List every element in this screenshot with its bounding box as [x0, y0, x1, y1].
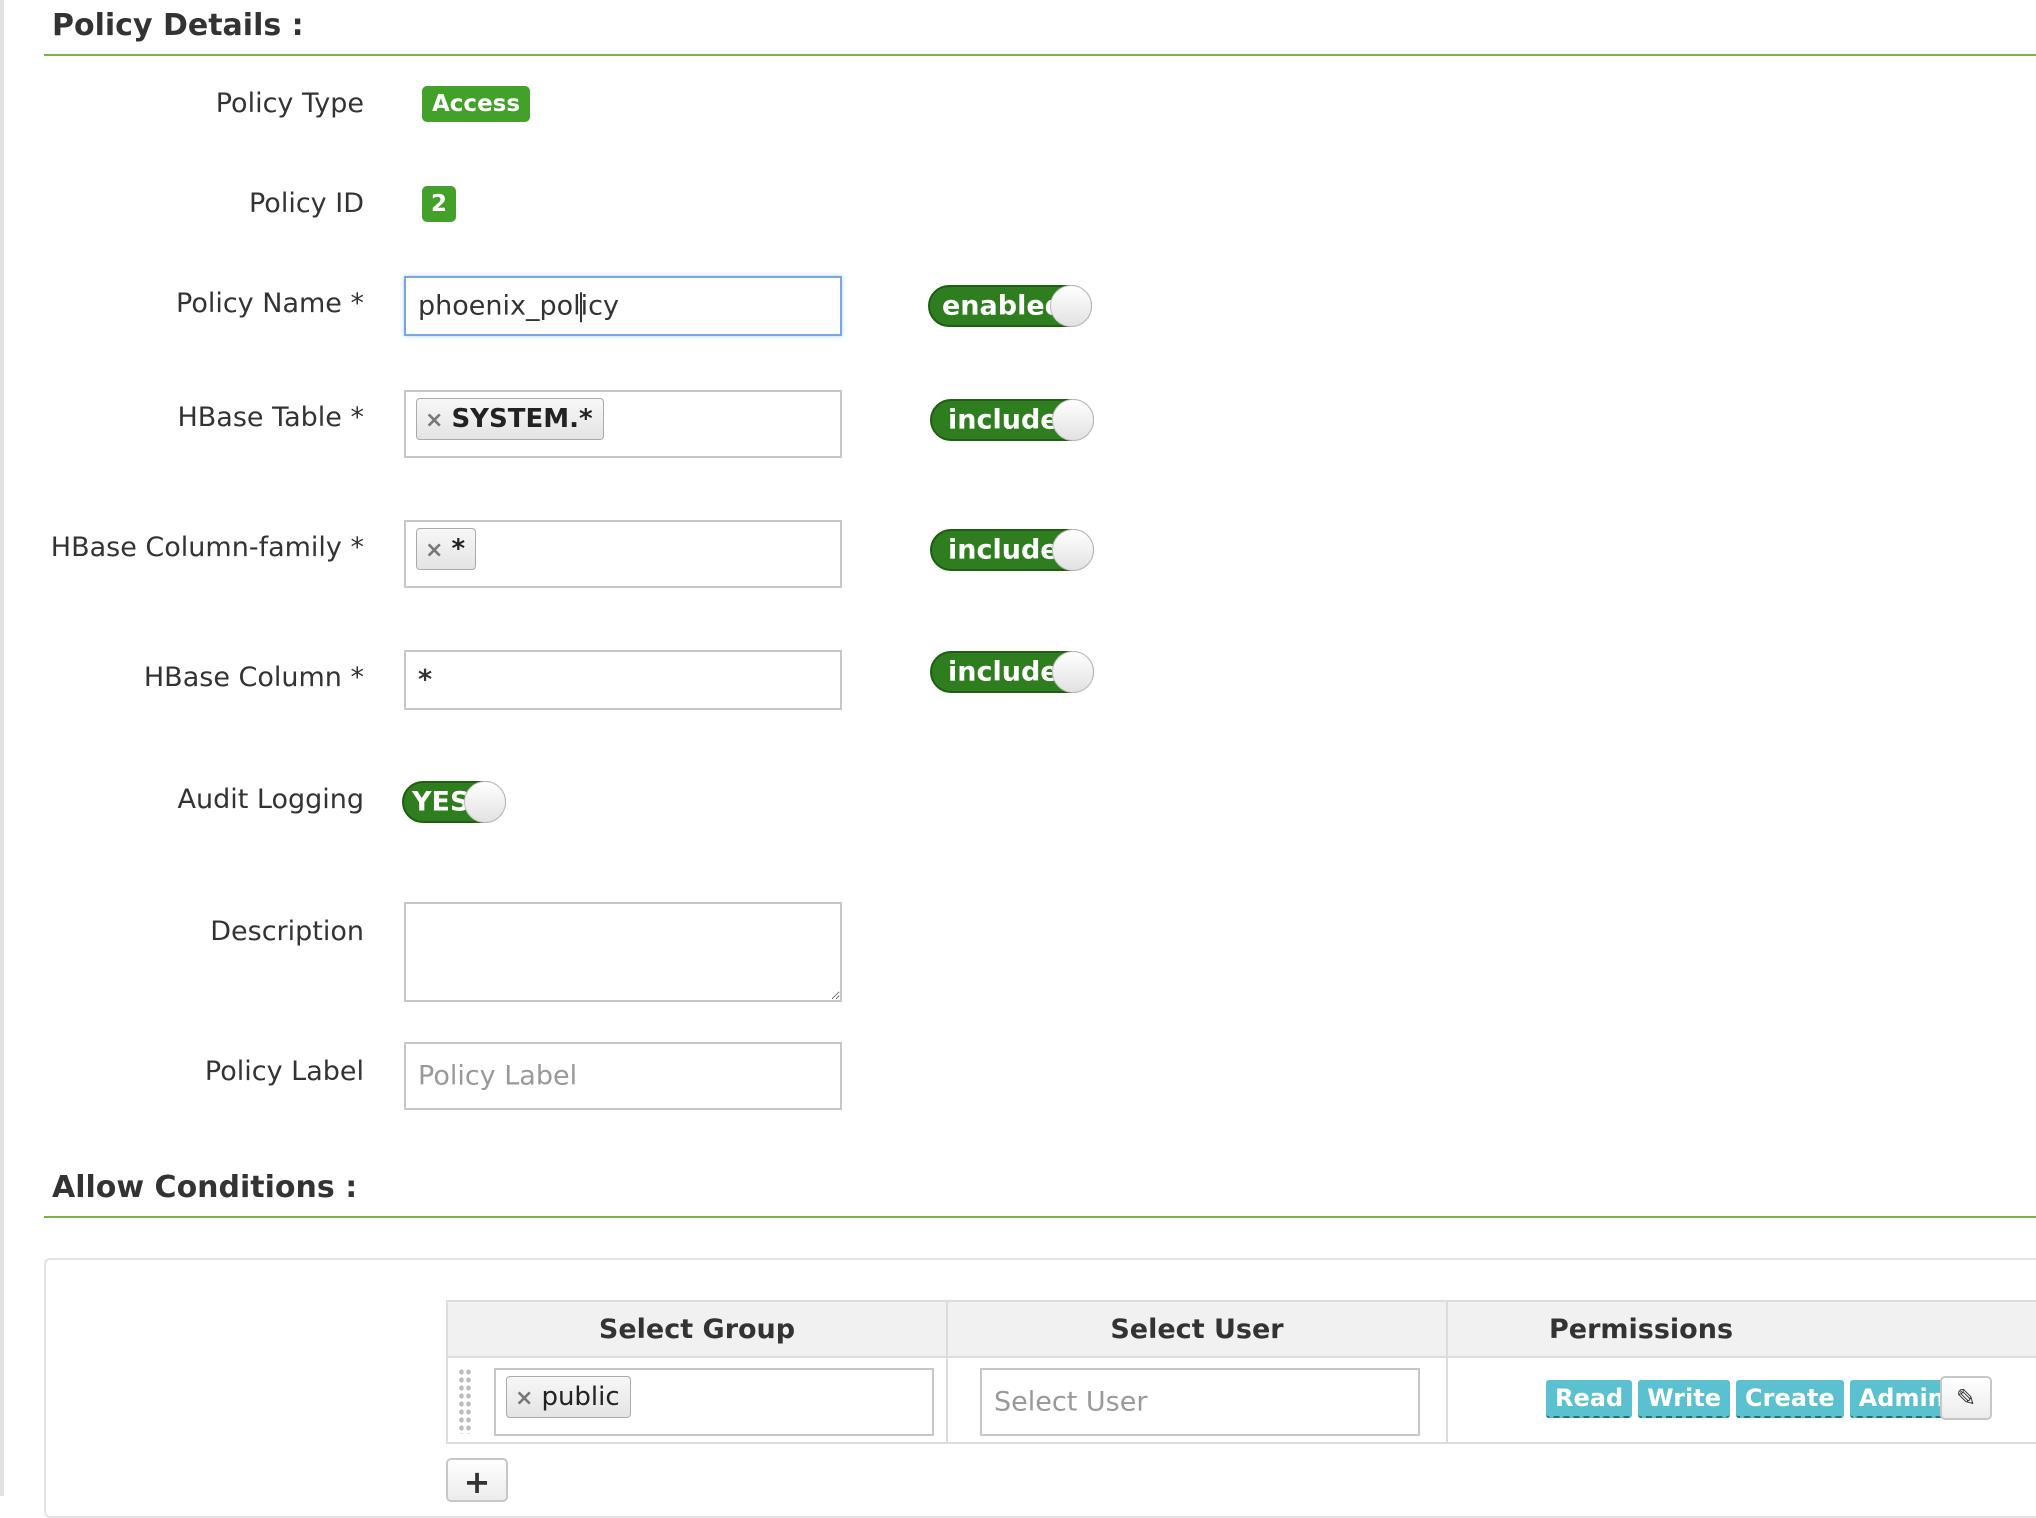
- audit-logging-label: Audit Logging: [177, 784, 364, 815]
- hbase-column-family-include-label: include: [948, 534, 1059, 566]
- section-divider: [44, 1216, 2036, 1218]
- hbase-column-value: *: [418, 664, 433, 696]
- toggle-knob: [1052, 651, 1094, 693]
- hbase-table-input[interactable]: × SYSTEM.*: [404, 390, 842, 458]
- policy-name-value: phoenix_policy: [418, 290, 619, 322]
- audit-logging-toggle[interactable]: YES: [402, 781, 506, 823]
- policy-type-badge: Access: [422, 86, 531, 122]
- policy-enabled-toggle-label: enabled: [942, 290, 1064, 322]
- hbase-column-input[interactable]: *: [404, 650, 842, 710]
- policy-name-label: Policy Name *: [176, 288, 364, 319]
- column-header-permissions: Permissions: [1548, 1314, 1734, 1345]
- permission-create-badge[interactable]: Create: [1736, 1380, 1844, 1418]
- hbase-column-label: HBase Column *: [143, 662, 364, 693]
- hbase-table-label: HBase Table *: [177, 402, 364, 433]
- policy-type-label: Policy Type: [215, 88, 364, 119]
- toggle-knob: [1052, 529, 1094, 571]
- drag-handle-icon[interactable]: [458, 1368, 472, 1434]
- select-user-placeholder: Select User: [994, 1386, 1148, 1418]
- select-group-input[interactable]: × public: [494, 1368, 934, 1436]
- column-header-select-group: Select Group: [448, 1302, 948, 1356]
- hbase-column-include-label: include: [948, 656, 1059, 688]
- hbase-column-family-tag: × *: [416, 528, 477, 570]
- column-header-select-user: Select User: [948, 1302, 1448, 1356]
- page-left-border: [0, 0, 4, 1496]
- permissions-list: Read Write Create Admin: [1546, 1380, 1960, 1418]
- section-divider: [44, 54, 2036, 56]
- column-divider: [946, 1358, 948, 1442]
- pencil-icon: ✎: [1955, 1384, 1977, 1412]
- permission-admin-badge[interactable]: Admin: [1849, 1380, 1954, 1418]
- policy-label-label: Policy Label: [204, 1056, 364, 1087]
- allow-conditions-title: Allow Conditions :: [52, 1170, 358, 1205]
- permission-write-badge[interactable]: Write: [1638, 1380, 1731, 1418]
- hbase-column-include-toggle[interactable]: include: [930, 651, 1094, 693]
- hbase-column-family-label: HBase Column-family *: [50, 532, 364, 563]
- permission-read-badge[interactable]: Read: [1546, 1380, 1633, 1418]
- hbase-column-family-input[interactable]: × *: [404, 520, 842, 588]
- hbase-column-family-include-toggle[interactable]: include: [930, 529, 1094, 571]
- remove-tag-icon[interactable]: ×: [425, 538, 443, 563]
- add-condition-button[interactable]: +: [446, 1458, 508, 1502]
- table-row: × public Select User Read Write Create Admin…: [446, 1358, 2036, 1444]
- hbase-table-include-toggle[interactable]: include: [930, 399, 1094, 441]
- policy-name-input[interactable]: phoenix_policy: [404, 276, 842, 336]
- toggle-knob: [1050, 285, 1092, 327]
- remove-tag-icon[interactable]: ×: [515, 1386, 533, 1411]
- policy-id-label: Policy ID: [248, 188, 364, 219]
- remove-tag-icon[interactable]: ×: [425, 408, 443, 433]
- policy-label-placeholder: Policy Label: [418, 1060, 578, 1092]
- description-textarea[interactable]: [404, 902, 842, 1002]
- hbase-table-include-label: include: [948, 404, 1059, 436]
- column-divider: [1446, 1358, 1448, 1442]
- group-tag: × public: [506, 1376, 631, 1418]
- audit-logging-toggle-label: YES: [412, 786, 470, 818]
- select-user-input[interactable]: Select User: [980, 1368, 1420, 1436]
- edit-permissions-button[interactable]: ✎: [1940, 1376, 1992, 1420]
- policy-label-input[interactable]: Policy Label: [404, 1042, 842, 1110]
- toggle-knob: [464, 781, 506, 823]
- policy-details-title: Policy Details :: [52, 8, 304, 43]
- conditions-table-header: Select Group Select User Permissions: [446, 1300, 2036, 1358]
- policy-id-badge: 2: [422, 186, 457, 222]
- description-label: Description: [210, 916, 364, 947]
- toggle-knob: [1052, 399, 1094, 441]
- policy-enabled-toggle[interactable]: enabled: [928, 285, 1092, 327]
- hbase-table-tag: × SYSTEM.*: [416, 398, 604, 440]
